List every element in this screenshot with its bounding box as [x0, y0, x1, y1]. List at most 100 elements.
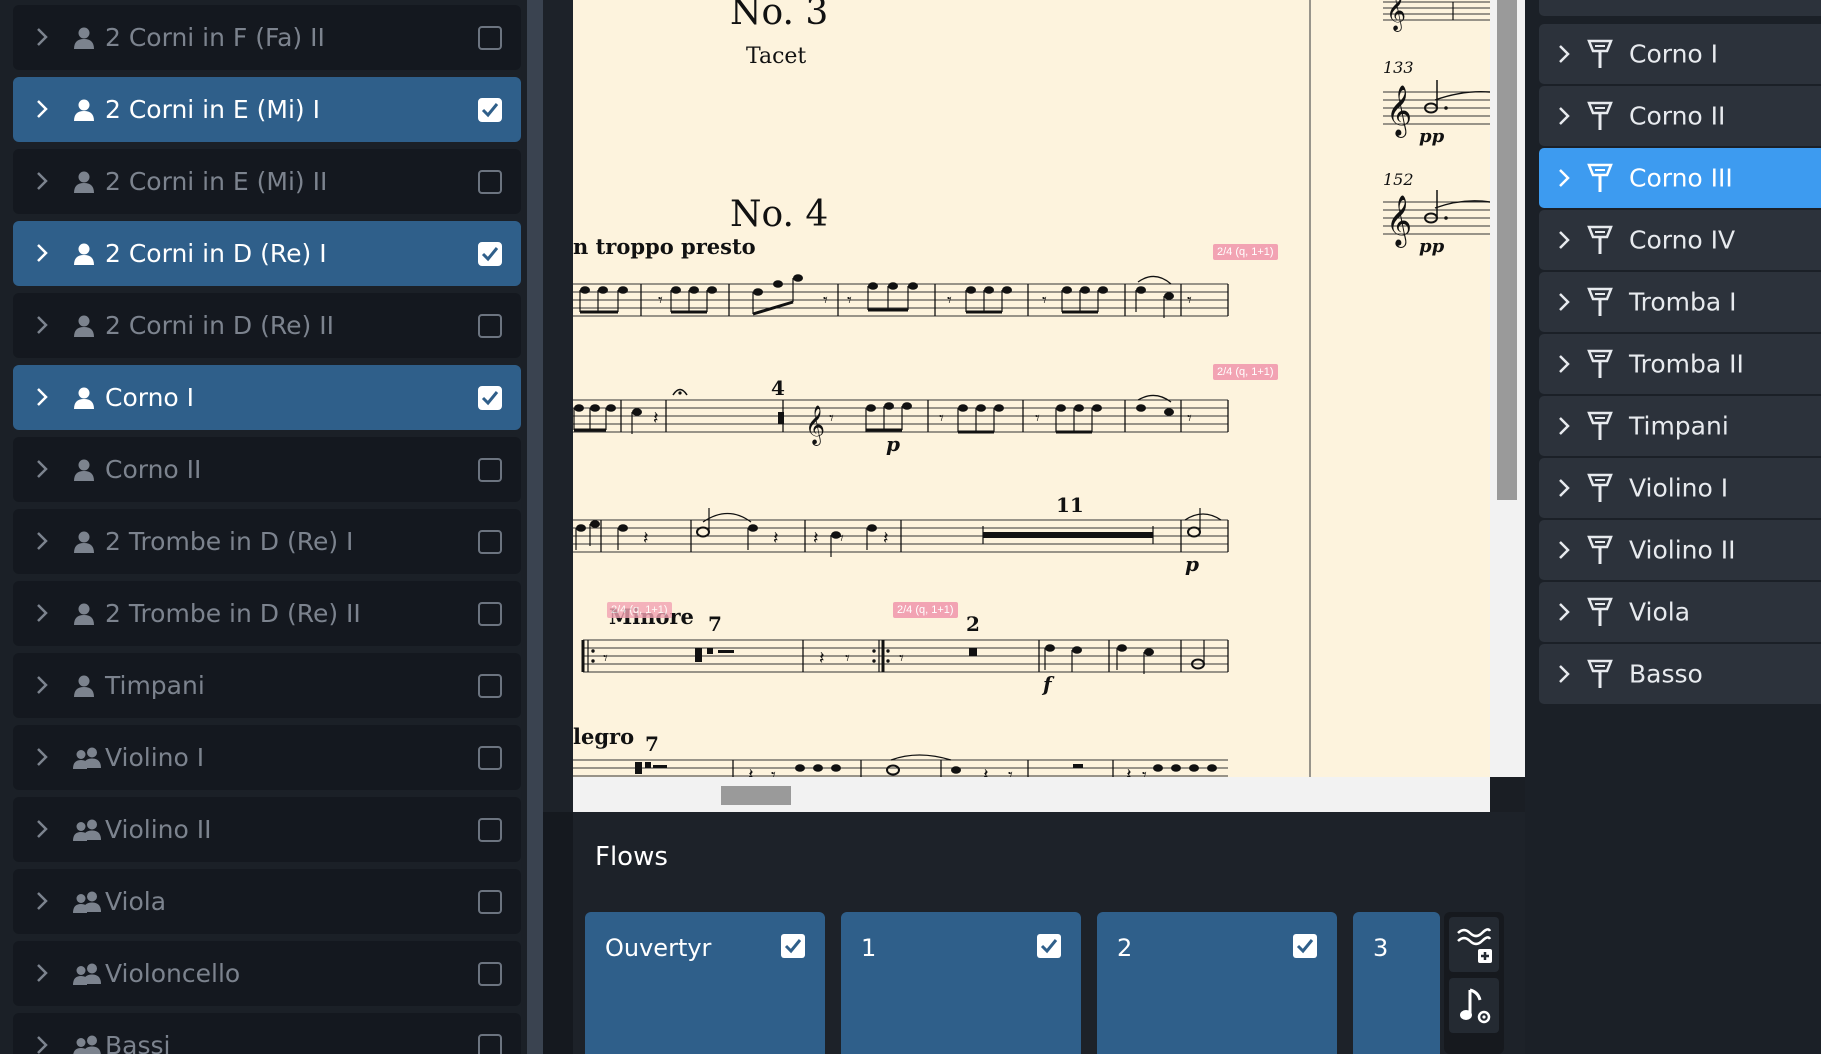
instrument-row[interactable]: Tromba I [1539, 272, 1821, 332]
instrument-row[interactable]: Violino I [1539, 458, 1821, 518]
player-row[interactable]: Corno II [13, 437, 521, 502]
flow-checkbox[interactable] [1037, 934, 1061, 958]
instrument-row[interactable]: Basso [1539, 644, 1821, 704]
player-row[interactable]: Violino I [13, 725, 521, 790]
instrument-row[interactable]: Corno III [1539, 148, 1821, 208]
player-label: Corno II [105, 455, 202, 484]
score-page[interactable]: 𝄞 𝄞 𝄞 𝄾 𝄾 𝄾 𝄾 𝄾 𝄾 𝄞 𝄽 𝄾 𝄾 𝄾 𝄾 𝄽 𝄽 𝄽 𝄾 𝄽 … [573, 0, 1490, 777]
flow-checkbox[interactable] [781, 934, 805, 958]
chevron-right-icon[interactable] [1557, 229, 1571, 251]
dynamic-marking: p [886, 432, 900, 456]
player-checkbox[interactable] [478, 745, 502, 770]
player-checkbox[interactable] [478, 673, 502, 698]
instrument-icon [1585, 348, 1615, 380]
score-horizontal-scrollbar[interactable] [573, 777, 1490, 812]
chevron-right-icon[interactable] [35, 1034, 55, 1054]
chevron-right-icon[interactable] [1557, 353, 1571, 375]
chevron-right-icon[interactable] [1557, 601, 1571, 623]
flow-card[interactable]: Ouvertyr [585, 912, 825, 1054]
chevron-right-icon[interactable] [35, 530, 55, 554]
chevron-right-icon[interactable] [1557, 291, 1571, 313]
player-checkbox[interactable] [478, 457, 502, 482]
player-row[interactable]: 2 Corni in F (Fa) II [13, 5, 521, 70]
player-row[interactable]: 2 Corni in E (Mi) II [13, 149, 521, 214]
player-checkbox[interactable] [478, 817, 502, 842]
chevron-right-icon[interactable] [1557, 167, 1571, 189]
player-row[interactable]: Corno I [13, 365, 521, 430]
chevron-right-icon[interactable] [1557, 43, 1571, 65]
player-checkbox[interactable] [478, 313, 502, 338]
left-panel-scrollbar[interactable] [527, 0, 543, 1054]
player-row[interactable]: 2 Corni in E (Mi) I [13, 77, 521, 142]
flow-card[interactable]: 1 [841, 912, 1081, 1054]
player-row[interactable]: Timpani [13, 653, 521, 718]
flow-name: Ouvertyr [605, 934, 712, 962]
flow-card[interactable]: 3 [1353, 912, 1440, 1054]
svg-text:𝄽: 𝄽 [883, 528, 889, 549]
player-row[interactable]: 2 Trombe in D (Re) II [13, 581, 521, 646]
instrument-label: Viola [1629, 597, 1691, 627]
player-row[interactable]: Violino II [13, 797, 521, 862]
chevron-right-icon[interactable] [1557, 539, 1571, 561]
time-signature-signpost[interactable]: 2/4 (q, 1+1) [607, 602, 672, 618]
chevron-right-icon[interactable] [1557, 105, 1571, 127]
player-row[interactable]: Viola [13, 869, 521, 934]
player-checkbox[interactable] [478, 961, 502, 986]
time-signature-signpost[interactable]: 2/4 (q, 1+1) [1213, 244, 1278, 260]
player-row[interactable]: 2 Corni in D (Re) II [13, 293, 521, 358]
chevron-right-icon[interactable] [1557, 415, 1571, 437]
chevron-right-icon[interactable] [35, 818, 55, 842]
instrument-row[interactable]: Timpani [1539, 396, 1821, 456]
scrollbar-thumb[interactable] [1497, 0, 1517, 500]
chevron-right-icon[interactable] [35, 98, 55, 122]
multirest-count: 7 [645, 732, 659, 756]
player-row[interactable]: 2 Trombe in D (Re) I [13, 509, 521, 574]
instrument-row[interactable] [1539, 0, 1821, 16]
chevron-right-icon[interactable] [35, 458, 55, 482]
chevron-right-icon[interactable] [35, 890, 55, 914]
chevron-right-icon[interactable] [1557, 663, 1571, 685]
chevron-right-icon[interactable] [35, 674, 55, 698]
player-checkbox[interactable] [478, 241, 502, 266]
player-row[interactable]: Violoncello [13, 941, 521, 1006]
chevron-right-icon[interactable] [35, 746, 55, 770]
instrument-row[interactable]: Violino II [1539, 520, 1821, 580]
time-signature-signpost[interactable]: 2/4 (q, 1+1) [893, 602, 958, 618]
player-checkbox[interactable] [478, 1033, 502, 1054]
chevron-right-icon[interactable] [35, 602, 55, 626]
scrollbar-thumb[interactable] [721, 786, 791, 805]
time-signature-signpost[interactable]: 2/4 (q, 1+1) [1213, 364, 1278, 380]
svg-text:𝄾: 𝄾 [1187, 290, 1192, 311]
chevron-right-icon[interactable] [1557, 477, 1571, 499]
player-checkbox[interactable] [478, 529, 502, 554]
instrument-row[interactable]: Tromba II [1539, 334, 1821, 394]
player-label: 2 Trombe in D (Re) I [105, 527, 354, 556]
instrument-row[interactable]: Corno II [1539, 86, 1821, 146]
player-row[interactable]: 2 Corni in D (Re) I [13, 221, 521, 286]
flow-tools [1444, 912, 1504, 1054]
flow-checkbox[interactable] [1293, 934, 1317, 958]
player-checkbox[interactable] [478, 97, 502, 122]
player-checkbox[interactable] [478, 889, 502, 914]
chevron-right-icon[interactable] [35, 170, 55, 194]
instrument-row[interactable]: Corno IV [1539, 210, 1821, 270]
player-checkbox[interactable] [478, 385, 502, 410]
flow-card[interactable]: 2 [1097, 912, 1337, 1054]
section-player-icon [71, 746, 101, 770]
player-checkbox[interactable] [478, 169, 502, 194]
instrument-row[interactable]: Corno I [1539, 24, 1821, 84]
chevron-right-icon[interactable] [35, 962, 55, 986]
chevron-right-icon[interactable] [35, 242, 55, 266]
player-checkbox[interactable] [478, 25, 502, 50]
player-checkbox[interactable] [478, 601, 502, 626]
multirest-count: 4 [771, 376, 785, 400]
add-flow-button[interactable] [1449, 917, 1499, 972]
chevron-right-icon[interactable] [35, 26, 55, 50]
flow-settings-button[interactable] [1449, 978, 1499, 1033]
chevron-right-icon[interactable] [35, 314, 55, 338]
chevron-right-icon[interactable] [35, 386, 55, 410]
player-row[interactable]: Bassi [13, 1013, 521, 1054]
instrument-row[interactable]: Viola [1539, 582, 1821, 642]
multirest-count: 2 [966, 612, 980, 636]
score-vertical-scrollbar[interactable] [1490, 0, 1525, 777]
